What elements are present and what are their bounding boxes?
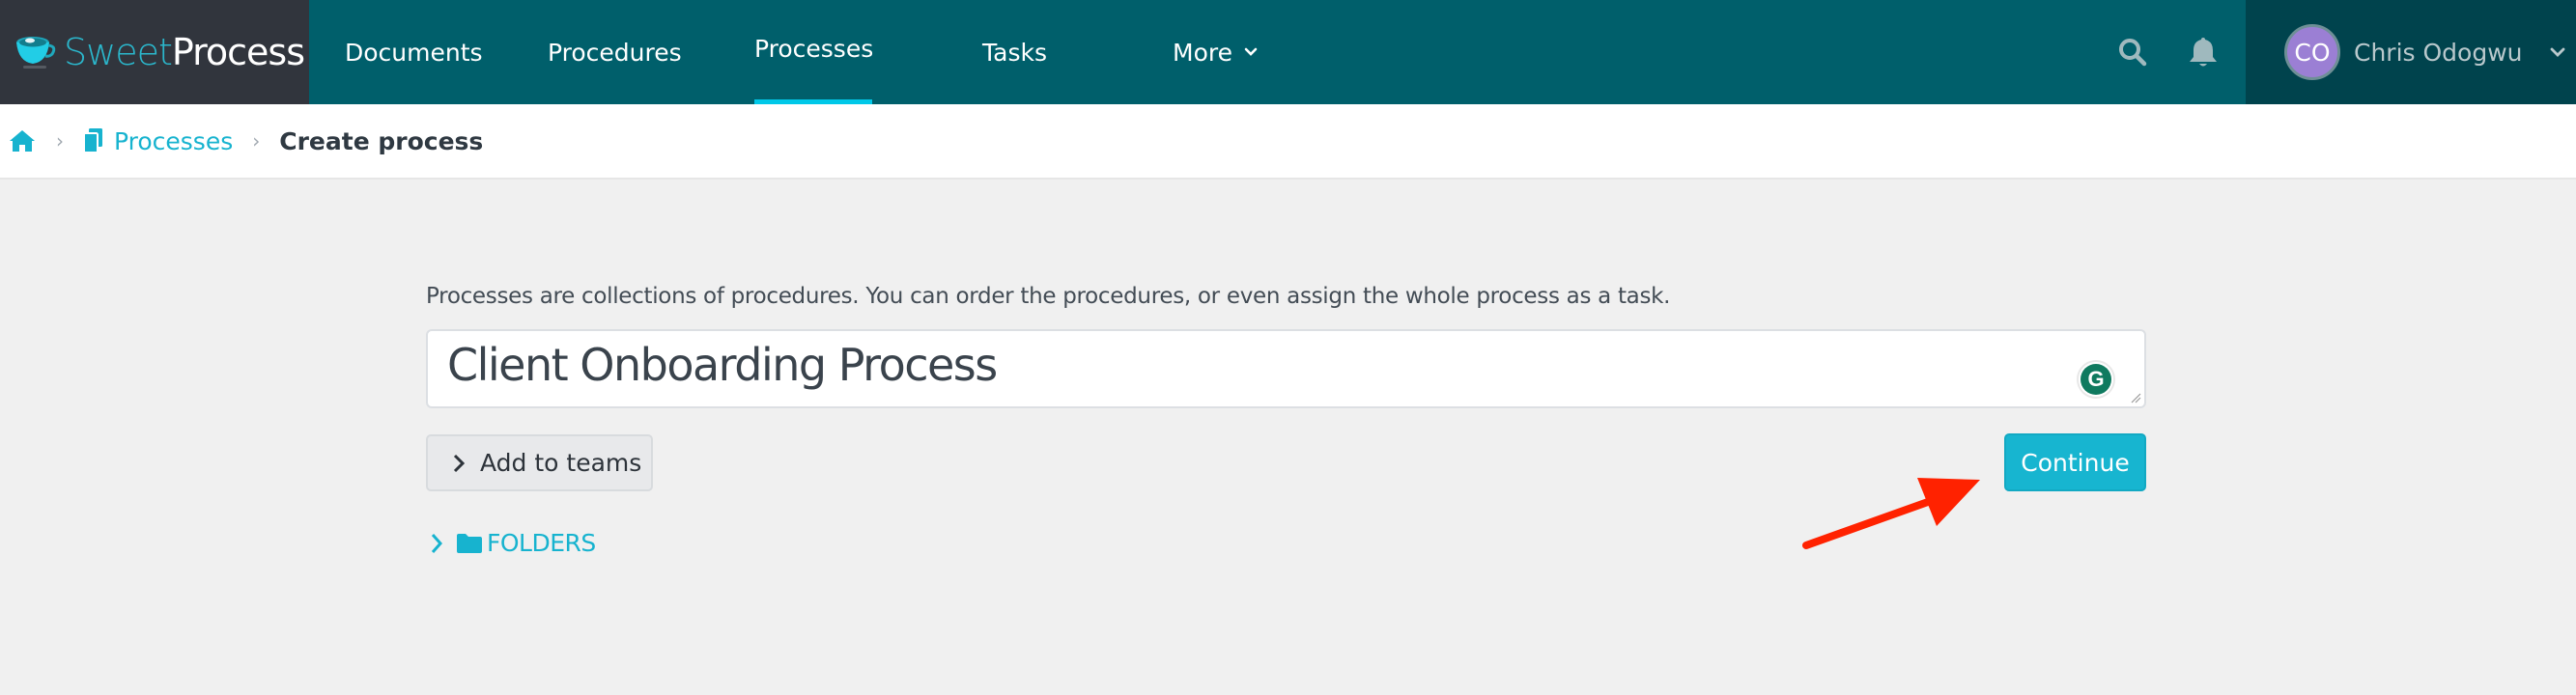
nav-label: Documents xyxy=(345,38,483,67)
nav-tasks[interactable]: Tasks xyxy=(982,0,1047,104)
breadcrumb: › Processes › Create process xyxy=(0,104,2576,180)
intro-text: Processes are collections of procedures.… xyxy=(426,284,1671,309)
grammarly-button[interactable]: G xyxy=(2077,360,2115,399)
nav-label: Procedures xyxy=(548,38,682,67)
search-icon xyxy=(2119,39,2147,67)
breadcrumb-current-page: Create process xyxy=(279,126,484,155)
grammarly-icon: G xyxy=(2081,364,2111,395)
continue-button[interactable]: Continue xyxy=(2004,433,2146,491)
add-to-teams-button[interactable]: Add to teams xyxy=(426,434,653,491)
chevron-down-icon xyxy=(2550,47,2564,57)
nav-processes[interactable]: Processes xyxy=(754,0,874,104)
nav-procedures[interactable]: Procedures xyxy=(548,0,682,104)
nav-label: Processes xyxy=(754,35,874,63)
brand-name: SweetProcess xyxy=(64,31,305,73)
avatar: CO xyxy=(2284,24,2340,80)
breadcrumb-separator: › xyxy=(56,129,64,153)
home-icon[interactable] xyxy=(8,128,37,153)
chevron-right-icon xyxy=(431,533,442,553)
chevron-down-icon xyxy=(1244,47,1258,56)
breadcrumb-processes-link[interactable]: Processes xyxy=(114,127,233,155)
logo[interactable]: SweetProcess xyxy=(0,0,309,104)
process-title-input[interactable] xyxy=(428,331,2144,406)
continue-label: Continue xyxy=(2021,448,2130,477)
folders-label: FOLDERS xyxy=(487,529,596,557)
nav-label: More xyxy=(1173,38,1232,67)
user-name: Chris Odogwu xyxy=(2354,38,2523,67)
nav-documents[interactable]: Documents xyxy=(345,0,483,104)
avatar-initials: CO xyxy=(2294,38,2331,67)
process-title-field[interactable]: G xyxy=(426,329,2146,408)
annotation-arrow-icon xyxy=(1802,478,1980,549)
notifications-button[interactable] xyxy=(2184,33,2222,71)
nav-label: Tasks xyxy=(982,38,1047,67)
search-button[interactable] xyxy=(2113,33,2152,71)
nav-more[interactable]: More xyxy=(1173,0,1258,104)
folders-toggle[interactable]: FOLDERS xyxy=(431,529,596,557)
add-to-teams-label: Add to teams xyxy=(480,449,642,477)
copy-icon xyxy=(83,128,102,153)
top-navigation-bar: SweetProcess Documents Procedures Proces… xyxy=(0,0,2576,104)
coffee-cup-icon xyxy=(16,37,56,69)
resize-handle-icon[interactable] xyxy=(2130,392,2141,403)
brand-name-part1: Sweet xyxy=(64,31,173,73)
brand-name-part2: Process xyxy=(171,31,305,73)
user-menu[interactable]: CO Chris Odogwu xyxy=(2246,0,2576,104)
breadcrumb-separator: › xyxy=(252,129,261,153)
folder-icon xyxy=(457,533,482,553)
chevron-right-icon xyxy=(453,454,465,472)
bell-icon xyxy=(2190,38,2217,67)
